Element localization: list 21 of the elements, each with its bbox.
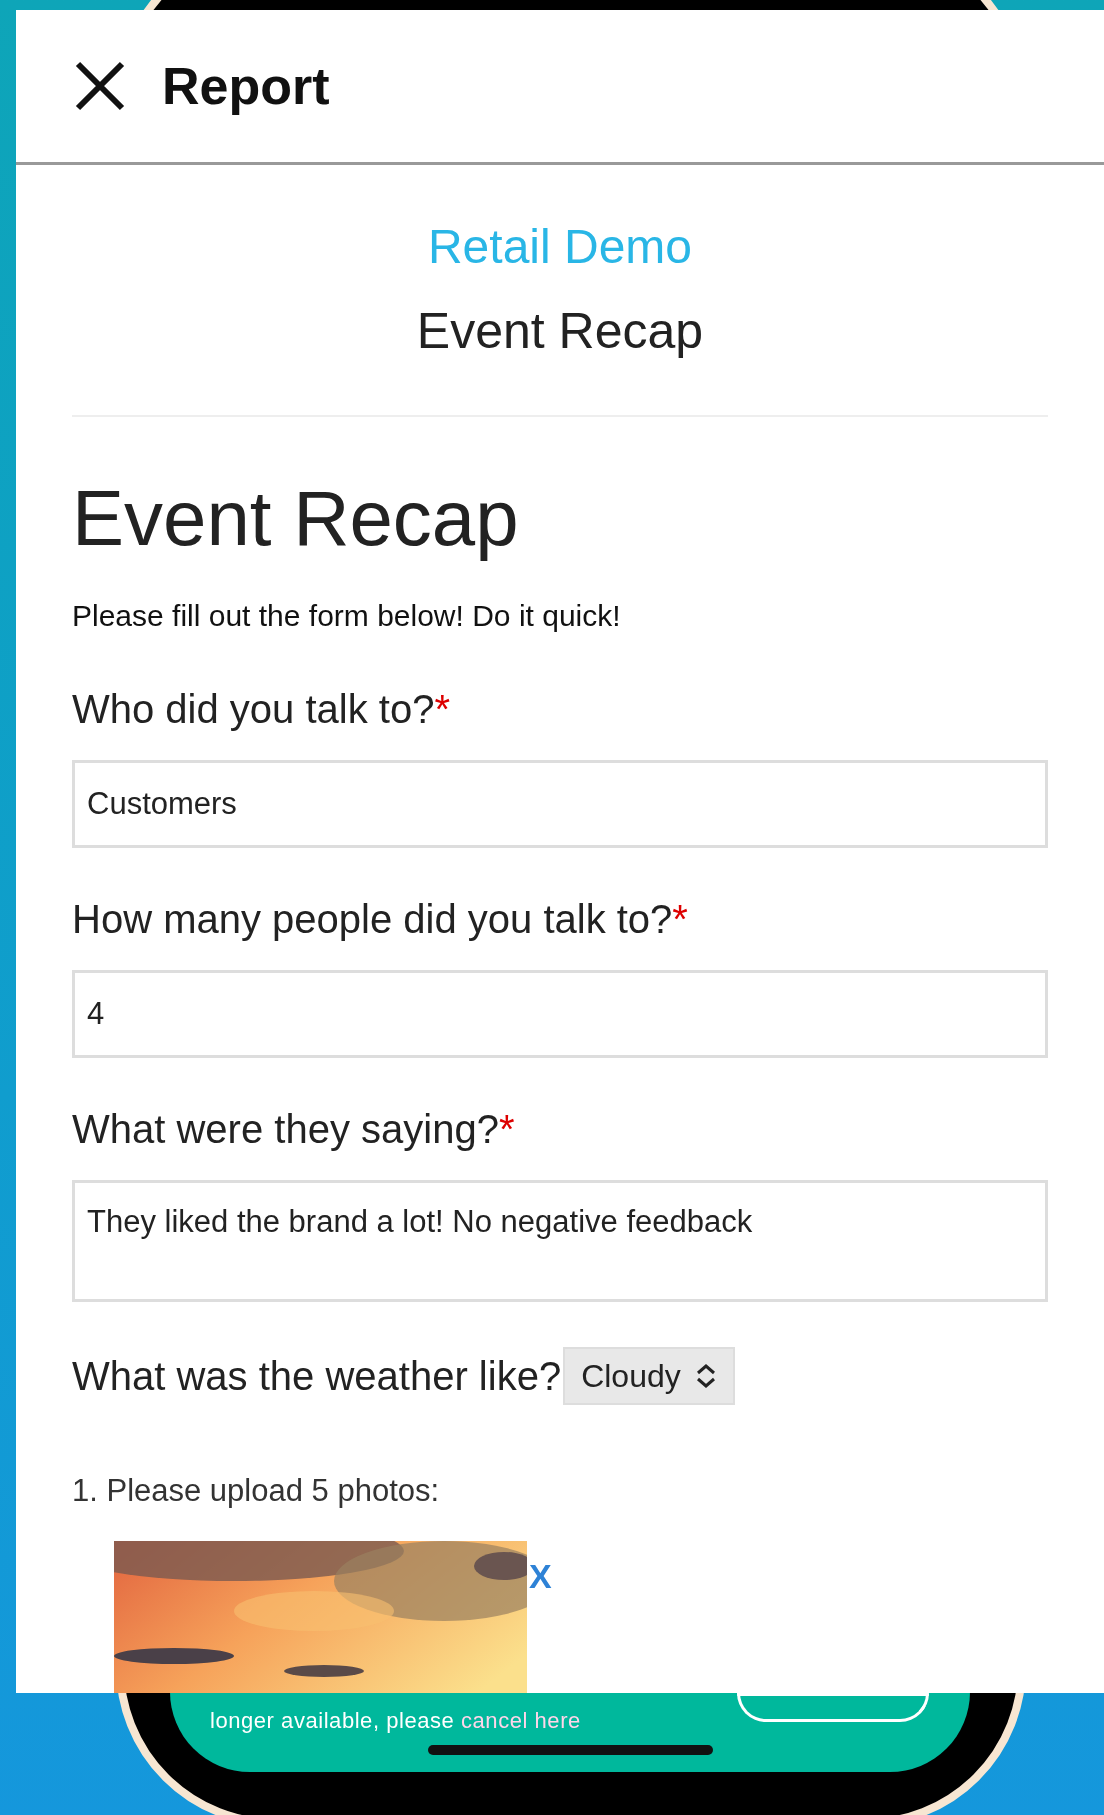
text-area[interactable]: They liked the brand a lot! No negative feedback [72,1180,1048,1302]
required-mark: * [434,687,450,731]
form-intro: Please fill out the form below! Do it quick! [72,598,622,634]
required-mark: * [498,1107,515,1151]
close-icon[interactable] [74,60,126,112]
input-field[interactable]: Customers [72,760,1048,848]
upload-instruction: 1. Please upload 5 photos: [72,1472,441,1510]
required-mark: * [672,897,688,941]
page-title: Report [162,56,330,117]
organization-name: Retail Demo [427,219,693,275]
remove-photo-button[interactable]: X [529,1550,552,1602]
field-label: What was the weather like? [72,1353,562,1400]
field-label: Who did you talk to? [72,687,435,731]
chevron-updown-icon [694,1362,717,1390]
banner-text: longer available, please cancel here [210,1707,581,1735]
field-label: How many people did you talk to? [72,897,673,941]
field-label: What were they saying? [72,1107,499,1151]
input-field[interactable]: 4 [72,970,1048,1058]
form-title: Event Recap [416,302,704,361]
form-heading: Event Recap [72,473,520,563]
weather-dropdown[interactable]: Cloudy [563,1347,735,1405]
